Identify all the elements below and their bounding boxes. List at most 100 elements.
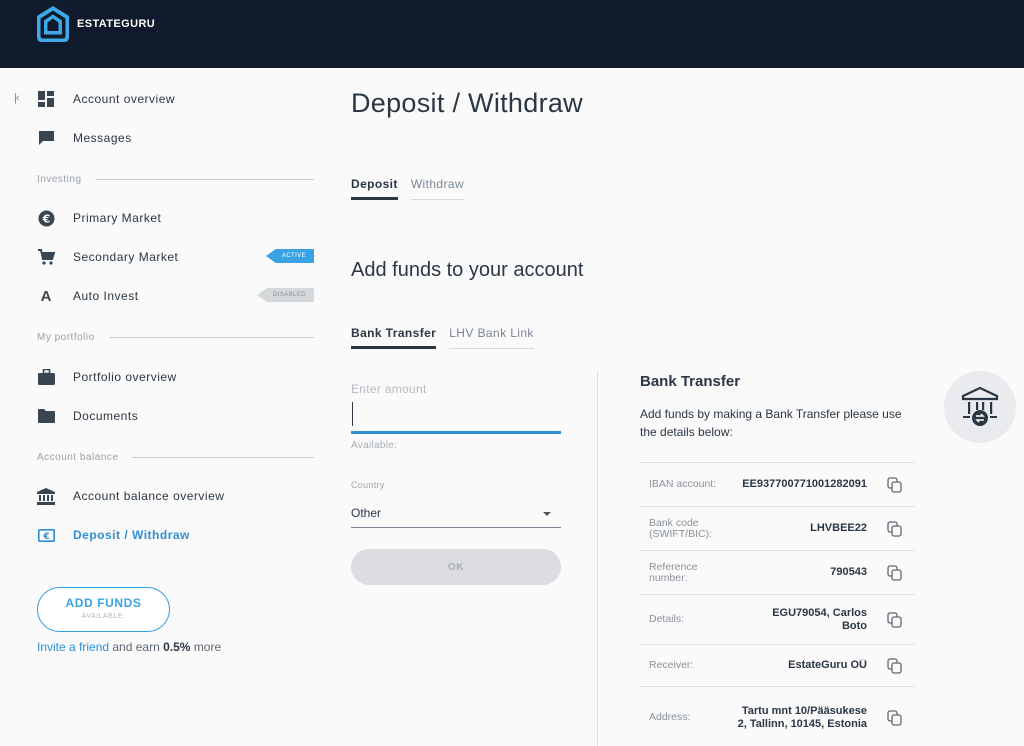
- tab-lhv-bank-link[interactable]: LHV Bank Link: [449, 326, 534, 349]
- available-balance: Available:: [351, 440, 398, 451]
- invite-text: Invite a friend and earn 0.5% more: [37, 640, 221, 654]
- sidebar-item-portfolio-overview[interactable]: Portfolio overview: [37, 366, 314, 388]
- euro-note-icon: €: [37, 526, 55, 544]
- detail-row-iban: IBAN account: EE937700771001282091: [640, 462, 915, 506]
- message-icon: [37, 129, 55, 147]
- briefcase-icon: [37, 368, 55, 386]
- sidebar-item-label: Auto Invest: [73, 289, 139, 303]
- ok-button[interactable]: OK: [351, 549, 561, 585]
- divider: [95, 179, 314, 180]
- country-select[interactable]: Other: [351, 506, 561, 528]
- disabled-badge: DISABLED: [257, 288, 314, 302]
- collapse-sidebar-icon[interactable]: |‹: [14, 92, 19, 104]
- invite-percent: 0.5%: [163, 640, 191, 654]
- brand-name: ESTATEGURU: [77, 18, 156, 30]
- tab-deposit[interactable]: Deposit: [351, 177, 398, 200]
- sidebar-item-label: Account overview: [73, 92, 176, 106]
- sidebar-item-auto-invest[interactable]: A Auto Invest DISABLED: [37, 285, 314, 307]
- sidebar-item-deposit-withdraw[interactable]: € Deposit / Withdraw: [37, 524, 314, 546]
- section-label: Account balance: [37, 452, 119, 463]
- detail-label: Reference number:: [649, 560, 698, 584]
- tab-bank-transfer[interactable]: Bank Transfer: [351, 326, 437, 349]
- copy-icon[interactable]: [887, 476, 903, 493]
- detail-label: Bank code (SWIFT/BIC):: [649, 516, 712, 540]
- payment-method-tabs: Bank Transfer LHV Bank Link: [351, 326, 547, 349]
- divider: [108, 337, 314, 338]
- copy-icon[interactable]: [887, 611, 903, 628]
- shopping-cart-icon: [37, 248, 55, 266]
- top-bar: ESTATEGURU: [0, 0, 1024, 68]
- sidebar-item-secondary-market[interactable]: Secondary Market ACTIVE: [37, 246, 314, 268]
- active-badge: ACTIVE: [265, 249, 314, 263]
- brand-logo[interactable]: ESTATEGURU: [36, 5, 155, 43]
- divider: [132, 457, 314, 458]
- copy-icon[interactable]: [887, 709, 903, 726]
- detail-value[interactable]: EGU79054, Carlos Boto: [757, 607, 867, 633]
- dashboard-icon: [37, 90, 55, 108]
- sidebar-item-label: Secondary Market: [73, 250, 179, 264]
- svg-text:€: €: [42, 532, 49, 542]
- sidebar-item-messages[interactable]: Messages: [37, 127, 314, 149]
- svg-text:€: €: [41, 212, 50, 225]
- amount-label: Enter amount: [351, 382, 427, 396]
- add-funds-label: ADD FUNDS: [65, 596, 142, 610]
- bank-transfer-description: Add funds by making a Bank Transfer plea…: [640, 407, 902, 439]
- section-my-portfolio: My portfolio: [37, 332, 314, 343]
- deposit-withdraw-tabs: Deposit Withdraw: [351, 177, 477, 200]
- detail-row-receiver: Receiver: EstateGuru OÜ: [640, 644, 915, 686]
- copy-icon[interactable]: [887, 564, 903, 581]
- country-value: Other: [351, 506, 382, 520]
- sidebar-item-account-overview[interactable]: Account overview: [37, 88, 314, 110]
- folder-icon: [37, 407, 55, 425]
- bank-details-table: IBAN account: EE937700771001282091 Bank …: [640, 462, 915, 746]
- section-title: Add funds to your account: [351, 259, 584, 281]
- sidebar-item-label: Deposit / Withdraw: [73, 528, 190, 542]
- available-label: AVAILABLE:: [81, 613, 126, 620]
- bank-transfer-title: Bank Transfer: [640, 373, 741, 390]
- bank-transfer-icon: [961, 386, 999, 426]
- auto-invest-a-icon: A: [40, 287, 52, 305]
- invite-friend-link[interactable]: Invite a friend: [37, 640, 109, 654]
- house-logo-icon: [37, 6, 69, 42]
- detail-row-address: Address: Tartu mnt 10/Pääsukese 2, Talli…: [640, 686, 915, 746]
- bank-transfer-illustration: [944, 371, 1016, 443]
- section-label: My portfolio: [37, 332, 95, 343]
- section-investing: Investing: [37, 174, 314, 185]
- copy-icon[interactable]: [887, 520, 903, 537]
- detail-value[interactable]: Tartu mnt 10/Pääsukese 2, Tallinn, 10145…: [732, 705, 867, 731]
- detail-value[interactable]: EE937700771001282091: [742, 478, 867, 491]
- detail-row-reference: Reference number: 790543: [640, 550, 915, 594]
- sidebar-item-primary-market[interactable]: € Primary Market: [37, 207, 314, 229]
- copy-icon[interactable]: [887, 657, 903, 674]
- detail-label: IBAN account:: [649, 478, 717, 490]
- section-account-balance: Account balance: [37, 452, 314, 463]
- sidebar: |‹ Account overview Messages Investing €…: [0, 68, 330, 746]
- detail-label: Receiver:: [649, 659, 694, 671]
- invite-text-part: and earn: [109, 640, 164, 654]
- detail-row-bank-code: Bank code (SWIFT/BIC): LHVBEE22: [640, 506, 915, 550]
- detail-row-details: Details: EGU79054, Carlos Boto: [640, 594, 915, 644]
- sidebar-item-label: Primary Market: [73, 211, 162, 225]
- dropdown-arrow-icon: [543, 512, 551, 516]
- amount-input[interactable]: [351, 400, 561, 434]
- country-label: Country: [351, 480, 385, 490]
- detail-value[interactable]: 790543: [830, 566, 867, 579]
- add-funds-button[interactable]: ADD FUNDS AVAILABLE:: [37, 587, 170, 632]
- bank-icon: [37, 487, 55, 505]
- detail-value[interactable]: EstateGuru OÜ: [788, 659, 867, 672]
- tab-withdraw[interactable]: Withdraw: [410, 177, 465, 200]
- detail-value[interactable]: LHVBEE22: [810, 522, 867, 535]
- vertical-divider: [597, 371, 598, 746]
- detail-label: Details:: [649, 613, 685, 625]
- invite-text-part: more: [190, 640, 222, 654]
- sidebar-item-label: Documents: [73, 409, 139, 423]
- deposit-form: Enter amount Available: Country Other OK: [351, 382, 561, 585]
- euro-coin-icon: €: [37, 209, 55, 227]
- sidebar-item-label: Account balance overview: [73, 489, 225, 503]
- sidebar-item-label: Messages: [73, 131, 132, 145]
- text-cursor: [352, 402, 353, 426]
- section-label: Investing: [37, 174, 82, 185]
- sidebar-item-documents[interactable]: Documents: [37, 405, 314, 427]
- sidebar-item-account-balance-overview[interactable]: Account balance overview: [37, 485, 314, 507]
- sidebar-item-label: Portfolio overview: [73, 370, 177, 384]
